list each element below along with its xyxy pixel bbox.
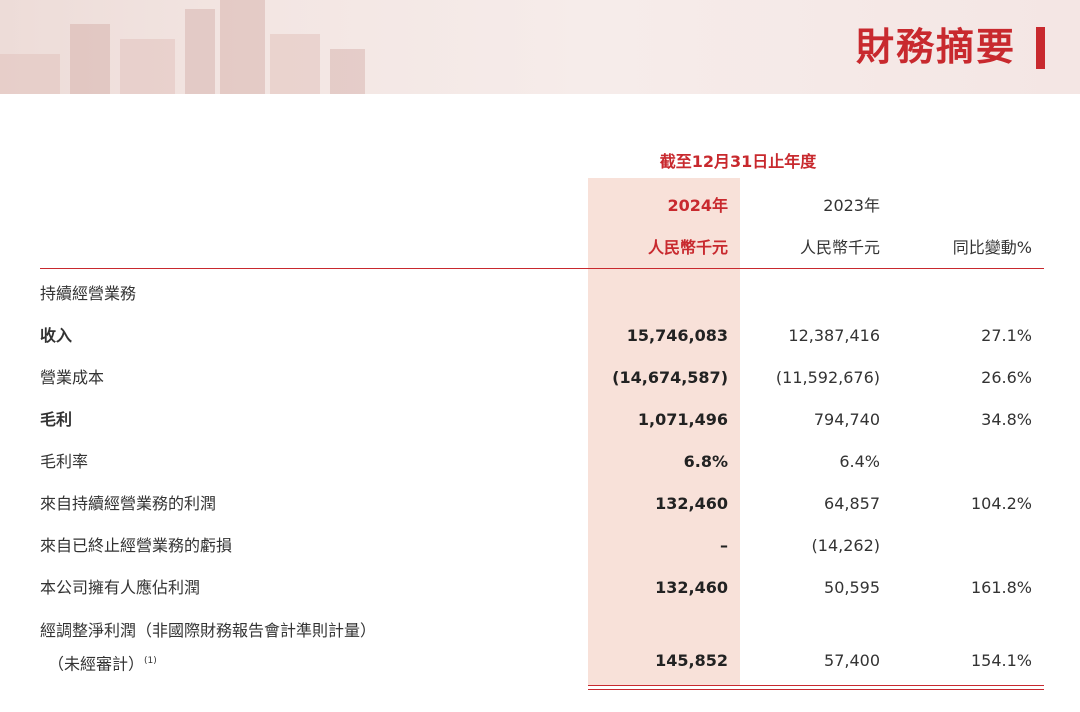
header-banner: 財務摘要	[0, 0, 1080, 94]
table-row: 來自已終止經營業務的虧損 – (14,262)	[0, 531, 1080, 561]
col-2024-year: 2024年	[667, 196, 728, 215]
row-label: 來自持續經營業務的利潤	[40, 494, 217, 513]
value-2023: 50,595	[824, 578, 880, 597]
banner-building	[120, 39, 175, 94]
col-2023-year: 2023年	[823, 196, 880, 215]
value-change: 26.6%	[981, 368, 1032, 387]
table-row: 收入 15,746,083 12,387,416 27.1%	[0, 321, 1080, 351]
row-label: 來自已終止經營業務的虧損	[40, 536, 233, 555]
value-2024: 15,746,083	[626, 326, 728, 345]
value-2024: 6.8%	[683, 452, 728, 471]
value-2024: 132,460	[655, 494, 728, 513]
value-change: 154.1%	[970, 651, 1032, 670]
row-label-continued: （未經審計）(1)	[48, 646, 157, 679]
row-label: 本公司擁有人應佔利潤	[40, 578, 201, 597]
value-2023: 64,857	[824, 494, 880, 513]
value-2023: 794,740	[813, 410, 880, 429]
banner-building	[0, 54, 60, 94]
table-row: 來自持續經營業務的利潤 132,460 64,857 104.2%	[0, 489, 1080, 519]
banner-building	[270, 34, 320, 94]
page-title: 財務摘要	[855, 25, 1016, 69]
period-heading: 截至12月31日止年度	[659, 152, 817, 171]
banner-building	[70, 24, 110, 94]
title-accent-bar	[1036, 27, 1045, 69]
value-2023: (11,592,676)	[775, 368, 880, 387]
banner-building	[185, 9, 215, 94]
row-label: 毛利	[40, 410, 73, 429]
value-2023: (14,262)	[811, 536, 880, 555]
value-2024: 145,852	[655, 651, 728, 670]
banner-building	[220, 0, 265, 94]
value-2024: 132,460	[655, 578, 728, 597]
value-2023: 57,400	[824, 651, 880, 670]
bottom-rule-top	[588, 685, 1044, 686]
footnote-marker: (1)	[144, 656, 157, 666]
row-label: 經調整淨利潤（非國際財務報告會計準則計量）	[40, 621, 377, 640]
table-row: 營業成本 (14,674,587) (11,592,676) 26.6%	[0, 363, 1080, 393]
row-label: 收入	[40, 326, 73, 345]
table-row: 毛利 1,071,496 794,740 34.8%	[0, 405, 1080, 435]
value-2024: 1,071,496	[637, 410, 728, 429]
col-2024-unit: 人民幣千元	[647, 238, 728, 257]
table-row-label-line: 經調整淨利潤（非國際財務報告會計準則計量）	[0, 616, 1080, 646]
table-row: 持續經營業務	[0, 279, 1080, 309]
col-change-unit: 同比變動%	[952, 238, 1032, 257]
row-label: 毛利率	[40, 452, 89, 471]
value-2024: (14,674,587)	[612, 368, 728, 387]
bottom-rule-bottom	[588, 689, 1044, 690]
table-row: （未經審計）(1) 145,852 57,400 154.1%	[0, 646, 1080, 676]
value-2023: 6.4%	[839, 452, 880, 471]
value-change: 34.8%	[981, 410, 1032, 429]
col-2023-unit: 人民幣千元	[799, 238, 880, 257]
value-change: 104.2%	[970, 494, 1032, 513]
banner-building	[330, 49, 365, 94]
value-2024: –	[720, 536, 728, 555]
row-label: 持續經營業務	[40, 284, 137, 303]
row-label: 營業成本	[40, 368, 105, 387]
row-label-line2: （未經審計）	[48, 654, 145, 674]
value-change: 161.8%	[970, 578, 1032, 597]
value-change: 27.1%	[981, 326, 1032, 345]
table-row: 毛利率 6.8% 6.4%	[0, 447, 1080, 477]
header-rule	[40, 268, 1044, 269]
table-row: 本公司擁有人應佔利潤 132,460 50,595 161.8%	[0, 573, 1080, 603]
value-2023: 12,387,416	[788, 326, 880, 345]
